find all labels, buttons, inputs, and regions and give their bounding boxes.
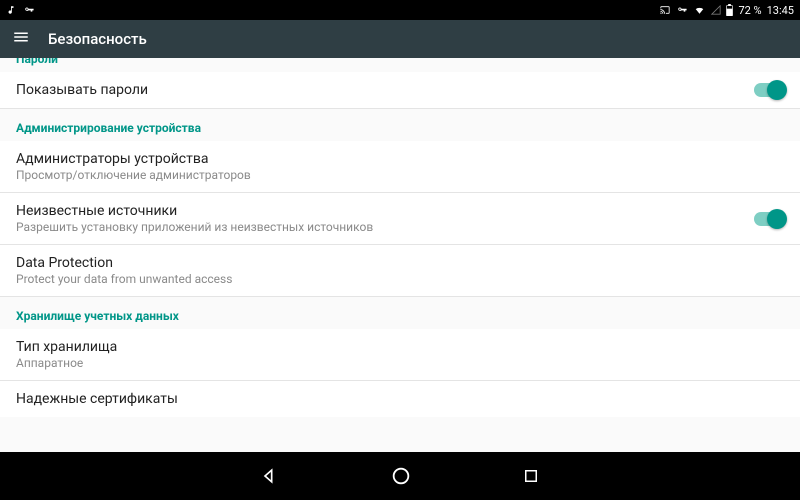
- row-show-passwords[interactable]: Показывать пароли: [0, 72, 800, 109]
- row-title: Надежные сертификаты: [16, 391, 178, 407]
- section-header-admin: Администрирование устройства: [0, 109, 800, 141]
- row-title: Администраторы устройства: [16, 151, 251, 167]
- music-icon: [6, 5, 16, 15]
- key-icon: [22, 5, 36, 15]
- row-title: Тип хранилища: [16, 339, 117, 355]
- switch-show-passwords[interactable]: [754, 83, 784, 97]
- cast-icon: [659, 5, 671, 15]
- switch-unknown-sources[interactable]: [754, 212, 784, 226]
- row-device-admins[interactable]: Администраторы устройства Просмотр/отклю…: [0, 141, 800, 193]
- app-bar: Безопасность: [0, 20, 800, 58]
- page-title: Безопасность: [48, 30, 147, 48]
- navigation-bar: [0, 452, 800, 500]
- wifi-icon: [693, 5, 706, 15]
- battery-icon: [726, 4, 733, 16]
- row-storage-type[interactable]: Тип хранилища Аппаратное: [0, 329, 800, 381]
- row-title: Показывать пароли: [16, 82, 148, 98]
- row-subtitle: Аппаратное: [16, 356, 117, 370]
- row-title: Data Protection: [16, 255, 232, 271]
- key-icon-small: [676, 5, 688, 15]
- section-header-storage: Хранилище учетных данных: [0, 297, 800, 329]
- row-subtitle: Protect your data from unwanted access: [16, 272, 232, 286]
- row-title: Неизвестные источники: [16, 203, 373, 219]
- battery-percent: 72 %: [738, 4, 761, 17]
- row-trusted-certs[interactable]: Надежные сертификаты: [0, 381, 800, 417]
- clock: 13:45: [767, 4, 794, 17]
- row-data-protection[interactable]: Data Protection Protect your data from u…: [0, 245, 800, 297]
- back-button[interactable]: [260, 466, 280, 486]
- row-subtitle: Разрешить установку приложений из неизве…: [16, 220, 373, 234]
- recent-button[interactable]: [522, 467, 540, 485]
- status-bar: 72 % 13:45: [0, 0, 800, 20]
- menu-icon[interactable]: [12, 28, 30, 50]
- row-unknown-sources[interactable]: Неизвестные источники Разрешить установк…: [0, 193, 800, 245]
- row-subtitle: Просмотр/отключение администраторов: [16, 168, 251, 182]
- home-button[interactable]: [390, 465, 412, 487]
- section-header-passwords: Пароли: [0, 58, 800, 72]
- signal-icon: [711, 5, 721, 15]
- settings-list: Пароли Показывать пароли Администрирован…: [0, 58, 800, 452]
